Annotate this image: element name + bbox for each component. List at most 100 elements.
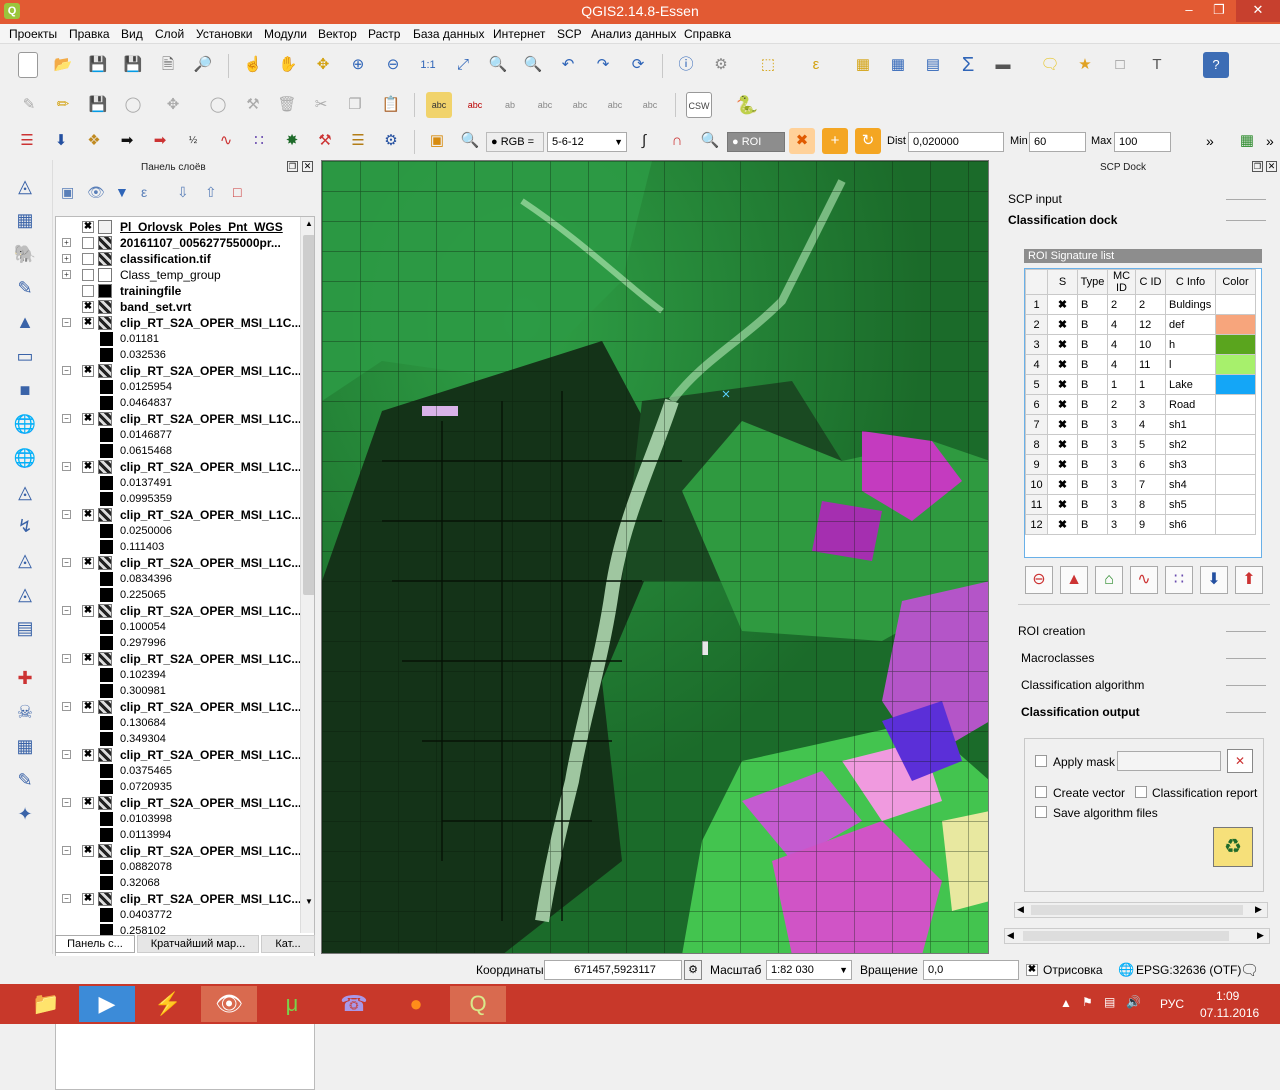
collapse-icon[interactable]: − <box>62 318 71 327</box>
layers-scrollbar[interactable]: ▲ ▼ <box>300 217 314 933</box>
roi-c-id[interactable]: 3 <box>1135 394 1166 415</box>
min-spinbox[interactable]: 60 <box>1029 132 1086 152</box>
layer-row[interactable]: + Class_temp_group <box>56 267 296 283</box>
layer-visibility-checkbox[interactable] <box>82 253 94 265</box>
classification-report-checkbox[interactable] <box>1135 786 1147 798</box>
tray-language[interactable]: РУС <box>1160 997 1184 1011</box>
create-vector-checkbox[interactable] <box>1035 786 1047 798</box>
crs-globe-icon[interactable]: 🌐 <box>1118 962 1134 978</box>
scroll-right-icon-2[interactable]: ▶ <box>1257 930 1264 941</box>
spectral-signature-plot-icon[interactable]: ∿ <box>1130 566 1158 594</box>
roi-select-checkbox[interactable]: ✖ <box>1047 414 1078 435</box>
touch-zoom-icon[interactable]: ☝ <box>240 52 266 78</box>
topology-icon[interactable]: ▦ <box>10 732 40 760</box>
statistics-sigma-icon[interactable]: Σ <box>955 52 981 78</box>
csw-icon[interactable]: CSW <box>686 92 712 118</box>
roi-color-swatch[interactable] <box>1215 494 1256 515</box>
create-roi-icon[interactable]: + <box>822 128 848 154</box>
roi-c-info[interactable]: Buldings <box>1165 294 1216 315</box>
clip-layer-row[interactable]: − ✖ clip_RT_S2A_OPER_MSI_L1C... <box>56 459 301 475</box>
zoom-to-selection-icon[interactable]: 🔍 <box>485 52 511 78</box>
roi-color-swatch[interactable] <box>1215 354 1256 375</box>
new-spatialite-icon[interactable]: ◬ <box>10 580 40 608</box>
scroll-left-icon[interactable]: ◀ <box>1017 904 1024 915</box>
roi-mc-id[interactable]: 2 <box>1107 294 1136 315</box>
virtual-layer-icon[interactable]: ▤ <box>10 614 40 642</box>
menu-vector[interactable]: Вектор <box>318 27 357 41</box>
filter-legend-icon[interactable]: ▼ <box>115 184 129 200</box>
roi-toggle[interactable]: ● ROI <box>727 132 785 152</box>
roi-c-info[interactable]: sh1 <box>1165 414 1216 435</box>
redo-roi-icon[interactable]: ↻ <box>855 128 881 154</box>
roi-c-id[interactable]: 10 <box>1135 334 1166 355</box>
menu-plugins[interactable]: Модули <box>264 27 307 41</box>
clip-layer-row[interactable]: − ✖ clip_RT_S2A_OPER_MSI_L1C... <box>56 507 301 523</box>
paste-features-icon[interactable]: 📋 <box>378 92 404 118</box>
add-mssql-layer-icon[interactable]: ▲ <box>10 308 40 336</box>
zoom-full-icon[interactable]: ⤢ <box>450 52 476 78</box>
layer-visibility-checkbox[interactable]: ✖ <box>82 605 94 617</box>
max-spinbox[interactable]: 100 <box>1114 132 1171 152</box>
clip-layer-row[interactable]: − ✖ clip_RT_S2A_OPER_MSI_L1C... <box>56 315 301 331</box>
add-db2-layer-icon[interactable]: ▭ <box>10 342 40 370</box>
menu-settings[interactable]: Установки <box>196 27 252 41</box>
scatter-plot-button-icon[interactable]: ∷ <box>1165 566 1193 594</box>
collapse-icon[interactable]: − <box>62 654 71 663</box>
roi-row[interactable]: 4 ✖ B 4 11 l <box>1025 354 1256 375</box>
collapse-icon[interactable]: − <box>62 798 71 807</box>
roi-header-mc-id[interactable]: MC ID <box>1107 269 1136 295</box>
roi-mc-id[interactable]: 3 <box>1107 514 1136 535</box>
rgb-combobox[interactable]: 5-6-12 ▼ <box>547 132 627 152</box>
zoom-last-icon[interactable]: ↶ <box>555 52 581 78</box>
roi-c-info[interactable]: sh3 <box>1165 454 1216 475</box>
print-composer-icon[interactable]: 🗎 <box>155 52 181 78</box>
roi-type[interactable]: B <box>1077 434 1108 455</box>
collapse-icon[interactable]: − <box>62 558 71 567</box>
roi-header-c-info[interactable]: C Info <box>1165 269 1216 295</box>
roi-c-id[interactable]: 2 <box>1135 294 1166 315</box>
satellite-icon[interactable]: ✦ <box>10 800 40 828</box>
rotation-spinbox[interactable]: 0,0 <box>923 960 1019 980</box>
roi-c-info[interactable]: sh2 <box>1165 434 1216 455</box>
layer-visibility-checkbox[interactable]: ✖ <box>82 557 94 569</box>
roi-type[interactable]: B <box>1077 354 1108 375</box>
export-icon[interactable]: ➡ <box>147 128 173 154</box>
layer-visibility-checkbox[interactable]: ✖ <box>82 301 94 313</box>
roi-type[interactable]: B <box>1077 474 1108 495</box>
roi-type[interactable]: B <box>1077 334 1108 355</box>
roi-type[interactable]: B <box>1077 414 1108 435</box>
collapse-icon[interactable]: − <box>62 606 71 615</box>
roi-c-info[interactable]: sh5 <box>1165 494 1216 515</box>
tray-flag-icon[interactable]: ⚑ <box>1082 995 1093 1009</box>
media-player-icon[interactable]: ▶ <box>79 986 135 1022</box>
menu-help[interactable]: Справка <box>684 27 731 41</box>
layer-visibility-checkbox[interactable]: ✖ <box>82 701 94 713</box>
save-edits-icon[interactable]: 💾 <box>85 92 111 118</box>
render-checkbox[interactable]: ✖ <box>1026 964 1038 976</box>
maximize-button[interactable]: ❐ <box>1204 0 1234 22</box>
roi-c-id[interactable]: 8 <box>1135 494 1166 515</box>
layer-row[interactable]: ✖ Pl_Orlovsk_Poles_Pnt_WGS <box>56 219 296 235</box>
select-by-expression-icon[interactable]: ε <box>803 52 829 78</box>
minimize-button[interactable]: – <box>1174 0 1204 22</box>
classification-algorithm-section[interactable]: Classification algorithm <box>1012 674 1270 696</box>
cut-features-icon[interactable]: ✂ <box>308 92 334 118</box>
roi-c-id[interactable]: 1 <box>1135 374 1166 395</box>
roi-select-checkbox[interactable]: ✖ <box>1047 434 1078 455</box>
spectral-plot-icon[interactable]: ∿ <box>213 128 239 154</box>
expand-all-icon[interactable]: ⇩ <box>177 184 189 201</box>
roi-mc-id[interactable]: 1 <box>1107 374 1136 395</box>
scp-hscroll-thumb-2[interactable] <box>1023 931 1229 941</box>
roi-select-checkbox[interactable]: ✖ <box>1047 494 1078 515</box>
float-panel-icon[interactable]: ❐ <box>287 161 298 172</box>
clip-layer-row[interactable]: − ✖ clip_RT_S2A_OPER_MSI_L1C... <box>56 795 301 811</box>
tab-shortest-path[interactable]: Кратчайший мар... <box>137 935 259 953</box>
clip-layer-row[interactable]: − ✖ clip_RT_S2A_OPER_MSI_L1C... <box>56 699 301 715</box>
mask-file-field[interactable] <box>1117 751 1221 771</box>
expand-icon[interactable]: + <box>62 238 71 247</box>
roi-c-info[interactable]: h <box>1165 334 1216 355</box>
new-shapefile-icon[interactable]: ◬ <box>10 546 40 574</box>
move-feature-icon[interactable]: ✥ <box>160 92 186 118</box>
show-bookmarks-icon[interactable]: □ <box>1107 52 1133 78</box>
roi-mc-id[interactable]: 3 <box>1107 494 1136 515</box>
